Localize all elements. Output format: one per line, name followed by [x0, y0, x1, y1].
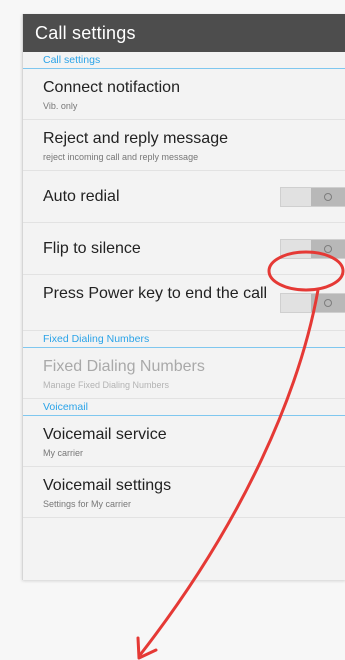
setting-summary: reject incoming call and reply message — [43, 152, 199, 162]
setting-title: Connect notifaction — [43, 79, 180, 96]
setting-voicemail-service[interactable]: Voicemail service My carrier — [23, 416, 345, 467]
action-bar: Call settings — [23, 14, 345, 52]
setting-connect-notification[interactable]: Connect notifaction Vib. only — [23, 69, 345, 120]
setting-title: Fixed Dialing Numbers — [43, 358, 205, 375]
setting-summary: Settings for My carrier — [43, 499, 132, 509]
setting-power-key-end-call[interactable]: Press Power key to end the call — [23, 275, 345, 331]
setting-title: Flip to silence — [43, 240, 141, 257]
page-title: Call settings — [35, 22, 136, 43]
power-key-end-call-switch[interactable] — [280, 292, 345, 313]
call-settings-screen: Call settings Call settings Connect noti… — [22, 14, 345, 580]
section-header-call-settings: Call settings — [23, 52, 345, 69]
setting-voicemail-settings[interactable]: Voicemail settings Settings for My carri… — [23, 467, 345, 518]
setting-title: Auto redial — [43, 188, 120, 205]
setting-title: Voicemail service — [43, 426, 167, 443]
switch-knob — [311, 293, 345, 312]
setting-fixed-dialing-numbers: Fixed Dialing Numbers Manage Fixed Diali… — [23, 348, 345, 399]
setting-title: Reject and reply message — [43, 130, 228, 147]
flip-to-silence-switch[interactable] — [280, 238, 345, 259]
switch-knob — [311, 239, 345, 258]
switch-off-icon — [324, 298, 332, 307]
setting-reject-reply-message[interactable]: Reject and reply message reject incoming… — [23, 120, 345, 171]
section-header-voicemail: Voicemail — [23, 399, 345, 416]
setting-flip-to-silence[interactable]: Flip to silence — [23, 223, 345, 275]
switch-off-icon — [324, 244, 332, 253]
section-header-fdn: Fixed Dialing Numbers — [23, 331, 345, 348]
setting-summary: Vib. only — [43, 101, 78, 111]
setting-title: Press Power key to end the call — [43, 285, 268, 302]
setting-summary: My carrier — [43, 448, 83, 458]
switch-knob — [311, 187, 345, 206]
auto-redial-switch[interactable] — [280, 186, 345, 207]
setting-summary: Manage Fixed Dialing Numbers — [43, 380, 170, 390]
setting-auto-redial[interactable]: Auto redial — [23, 171, 345, 223]
switch-off-icon — [324, 192, 332, 201]
arrowhead-icon — [136, 636, 158, 660]
setting-title: Voicemail settings — [43, 477, 172, 494]
